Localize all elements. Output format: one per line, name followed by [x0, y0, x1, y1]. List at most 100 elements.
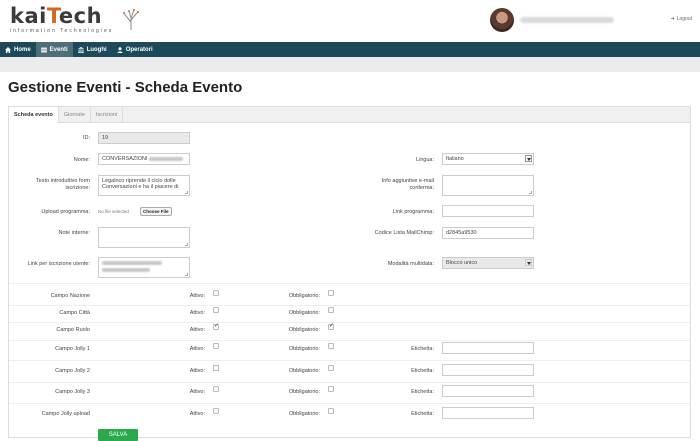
attivo-checkbox[interactable]	[213, 386, 219, 392]
divider	[9, 360, 690, 361]
logout-link[interactable]: ➜ Logout	[671, 16, 693, 22]
link-programma-input[interactable]	[442, 205, 534, 217]
attivo-label: Attivo:	[189, 411, 205, 417]
user-email-blurred	[520, 17, 614, 23]
obbligatorio-checkbox[interactable]	[328, 290, 334, 296]
obbligatorio-checkbox[interactable]	[328, 343, 334, 349]
nav-label: Luoghi	[86, 46, 107, 53]
save-button[interactable]: SALVA	[98, 429, 138, 441]
nav-item-operatori[interactable]: Operatori	[112, 42, 158, 57]
codice-input[interactable]: d2845a9530	[442, 227, 534, 239]
obbligatorio-checkbox[interactable]	[328, 386, 334, 392]
resize-handle[interactable]	[185, 191, 188, 194]
home-icon	[5, 46, 11, 53]
obbligatorio-label: Obbligatorio:	[288, 389, 320, 395]
resize-handle[interactable]	[529, 191, 532, 194]
attivo-checkbox[interactable]	[213, 290, 219, 296]
codice-label: Codice Lista MailChimp:	[374, 230, 434, 236]
nav-item-eventi[interactable]: Eventi	[35, 42, 73, 57]
obbligatorio-label: Obbligatorio:	[288, 346, 320, 352]
obbligatorio-label: Obbligatorio:	[288, 327, 320, 333]
attivo-checkbox[interactable]	[213, 307, 219, 313]
etichetta-label: Etichetta:	[411, 411, 434, 417]
attivo-label: Attivo:	[189, 368, 205, 374]
nav-item-luoghi[interactable]: Luoghi	[73, 42, 112, 57]
divider	[9, 304, 690, 306]
etichetta-input[interactable]	[442, 364, 534, 376]
info-label: Info aggiuntive e-mail conferma:	[381, 178, 434, 191]
attivo-checkbox[interactable]	[213, 365, 219, 371]
obbligatorio-checkbox[interactable]	[328, 307, 334, 313]
user-menu[interactable]	[490, 6, 620, 34]
obbligatorio-label: Obbligatorio:	[288, 310, 320, 316]
nome-input[interactable]: CONVERSAZIONI	[98, 153, 190, 165]
etichetta-input[interactable]	[442, 385, 534, 397]
campo-label: Campo Ruolo	[56, 327, 90, 333]
codice-value: d2845a9530	[446, 230, 477, 236]
file-status: No file selected	[98, 208, 129, 214]
user-icon	[116, 46, 123, 53]
obbligatorio-checkbox[interactable]	[328, 322, 334, 330]
obbligatorio-checkbox[interactable]	[328, 365, 334, 371]
nav-item-home[interactable]: Home	[0, 42, 36, 57]
id-label: ID:	[82, 135, 90, 141]
attivo-checkbox[interactable]	[213, 343, 219, 349]
etichetta-input[interactable]	[442, 407, 534, 419]
tab-giornate[interactable]: Giornate	[59, 107, 91, 122]
attivo-label: Attivo:	[189, 310, 205, 316]
testo-value: Legalnco riprende il ciclo dolle Convers…	[102, 178, 179, 190]
divider	[9, 283, 690, 284]
id-field: 19	[98, 132, 190, 144]
chevron-down-icon	[525, 259, 532, 266]
divider	[9, 381, 690, 383]
divider	[9, 321, 690, 323]
attivo-checkbox[interactable]	[213, 408, 219, 414]
tab-scheda-evento[interactable]: Scheda evento	[9, 107, 59, 123]
etichetta-label: Etichetta:	[411, 368, 434, 374]
tab-bar: Scheda evento Giornate Iscrizioni	[9, 107, 690, 123]
page-title: Gestione Eventi - Scheda Evento	[8, 79, 243, 96]
lingua-select[interactable]: Italiano	[442, 153, 534, 165]
testo-label: Testo introduttivo form iscrizione:	[35, 178, 90, 191]
nome-value: CONVERSAZIONI	[102, 156, 148, 162]
info-textarea[interactable]	[442, 175, 534, 196]
nav-label: Home	[14, 46, 31, 53]
divider	[9, 403, 690, 404]
nome-label: Nome:	[73, 157, 90, 163]
modalita-select[interactable]: Blocco unico	[442, 257, 534, 269]
upload-label: Upload programma:	[41, 209, 90, 215]
attivo-label: Attivo:	[189, 293, 205, 299]
resize-handle[interactable]	[185, 243, 188, 246]
campo-label: Campo Jolly 2	[55, 368, 90, 374]
lingua-value: Italiano	[446, 156, 464, 162]
choose-file-button[interactable]: Choose File	[140, 206, 172, 216]
etichetta-input[interactable]	[442, 342, 534, 354]
tab-iscrizioni[interactable]: Iscrizioni	[91, 107, 124, 122]
obbligatorio-checkbox[interactable]	[328, 408, 334, 414]
attivo-checkbox[interactable]	[213, 322, 219, 330]
upload-file-input[interactable]: No file selected Choose File	[98, 206, 190, 216]
campo-label: Campo Città	[59, 310, 90, 316]
link-iscrizione-textarea[interactable]	[98, 257, 190, 278]
logo[interactable]: kaiTech information Technologies	[10, 5, 139, 37]
avatar	[490, 8, 514, 32]
modalita-value: Blocco unico	[446, 260, 478, 266]
nav-label: Operatori	[125, 46, 153, 53]
note-textarea[interactable]	[98, 227, 190, 248]
divider	[9, 339, 690, 341]
resize-handle[interactable]	[185, 273, 188, 276]
logo-subtitle: information Technologies	[10, 28, 114, 34]
logout-icon: ➜	[670, 16, 675, 22]
top-bar: kaiTech information Technologies ➜ Logou…	[0, 0, 700, 42]
list-icon	[40, 47, 47, 52]
attivo-label: Attivo:	[189, 346, 205, 352]
main-navbar: Home Eventi Luoghi Operatori	[0, 42, 700, 57]
campo-label: Campo Jolly upload	[41, 411, 90, 417]
link-programma-label: Link programma:	[392, 209, 434, 215]
obbligatorio-label: Obbligatorio:	[288, 293, 320, 299]
building-icon	[77, 46, 84, 53]
chevron-down-icon	[525, 155, 532, 162]
testo-textarea[interactable]: Legalnco riprende il ciclo dolle Convers…	[98, 175, 190, 196]
sub-header-band	[0, 57, 700, 72]
campo-label: Campo Jolly 1	[55, 346, 90, 352]
